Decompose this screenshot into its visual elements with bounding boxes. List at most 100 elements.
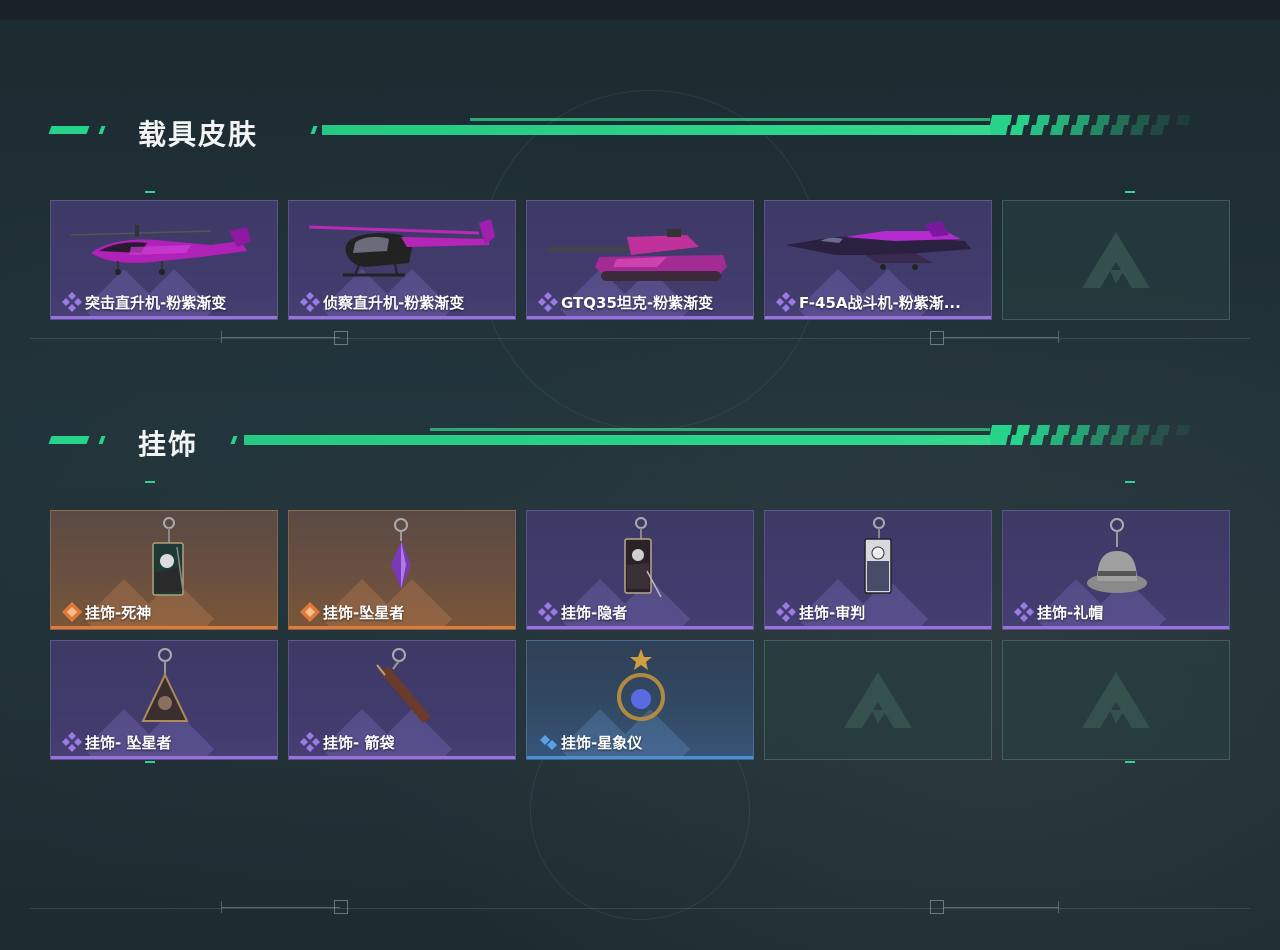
bg-hud-tick — [221, 331, 222, 343]
rarity-bar — [289, 756, 515, 759]
empty-slot-logo-icon — [844, 672, 912, 728]
attack-helicopter-art — [70, 225, 251, 275]
item-name: GTQ35坦克-粉紫渐变 — [561, 294, 714, 312]
empty-item-slot[interactable] — [1002, 640, 1230, 760]
item-card-tank[interactable]: GTQ35坦克-粉紫渐变 — [526, 200, 754, 320]
hat-charm-art — [1087, 518, 1147, 593]
item-name: 挂饰-隐者 — [561, 604, 628, 622]
rarity-bar — [1003, 626, 1229, 629]
header-accent-bar — [310, 126, 318, 134]
item-name: 挂饰- 坠星者 — [85, 734, 172, 752]
rarity-orange-icon — [300, 602, 320, 622]
item-card-orrery-charm[interactable]: 挂饰-星象仪 — [526, 640, 754, 760]
header-accent-bar — [48, 126, 90, 134]
rarity-bar — [765, 626, 991, 629]
bg-hud-box — [930, 331, 944, 345]
grid-marker — [1125, 481, 1135, 483]
rarity-purple-icon — [538, 292, 558, 312]
item-name: 侦察直升机-粉紫渐变 — [323, 294, 465, 312]
rarity-bar — [51, 756, 277, 759]
empty-slot-logo-icon — [1082, 672, 1150, 728]
empty-item-slot[interactable] — [764, 640, 992, 760]
item-card-scout-helicopter[interactable]: 侦察直升机-粉紫渐变 — [288, 200, 516, 320]
section-header-charms: 挂饰 — [48, 425, 1210, 461]
scout-helicopter-art — [308, 219, 495, 277]
item-card-quiver-charm[interactable]: 挂饰- 箭袋 — [288, 640, 516, 760]
rarity-purple-icon — [300, 292, 320, 312]
bg-hud-line — [944, 907, 1058, 908]
item-card-triangle-charm[interactable]: 挂饰- 坠星者 — [50, 640, 278, 760]
header-thin-line — [430, 428, 990, 431]
rarity-purple-icon — [538, 602, 558, 622]
rarity-bar — [289, 316, 515, 319]
empty-slot-logo-icon — [1082, 232, 1150, 288]
item-card-hermit-charm[interactable]: 挂饰-隐者 — [526, 510, 754, 630]
rarity-bar — [527, 626, 753, 629]
rarity-bar — [51, 626, 277, 629]
bg-hud-box — [930, 900, 944, 914]
bg-hud-box — [334, 900, 348, 914]
item-name: 挂饰-审判 — [799, 604, 866, 622]
header-line — [322, 125, 1002, 135]
rarity-bar — [527, 316, 753, 319]
rarity-bar — [527, 756, 753, 759]
item-name: F-45A战斗机-粉紫渐... — [799, 294, 961, 312]
header-accent-bar — [98, 436, 106, 444]
rarity-blue-icon — [540, 735, 557, 750]
bg-hud-line — [222, 337, 340, 338]
bg-hud-box — [334, 331, 348, 345]
item-card-crystal-charm[interactable]: 挂饰-坠星者 — [288, 510, 516, 630]
item-card-attack-helicopter[interactable]: 突击直升机-粉紫渐变 — [50, 200, 278, 320]
header-checker-pattern — [990, 115, 1190, 135]
hermit-card-charm-art — [624, 517, 662, 598]
item-card-fighter-jet[interactable]: F-45A战斗机-粉紫渐... — [764, 200, 992, 320]
rarity-purple-icon — [776, 292, 796, 312]
rarity-purple-icon — [62, 732, 82, 752]
crystal-charm-art — [391, 518, 411, 589]
bg-hud-tick — [1058, 331, 1059, 343]
header-accent-bar — [98, 126, 106, 134]
bg-hud-line — [30, 338, 1250, 339]
header-line — [244, 435, 1002, 445]
header-accent-bar — [230, 436, 238, 444]
rarity-purple-icon — [300, 732, 320, 752]
rarity-bar — [289, 626, 515, 629]
judgement-card-charm-art — [864, 517, 892, 594]
item-card-judgement-charm[interactable]: 挂饰-审判 — [764, 510, 992, 630]
item-card-reaper-charm[interactable]: 挂饰-死神 — [50, 510, 278, 630]
bg-hud-tick — [1058, 901, 1059, 913]
bg-hud-line — [222, 907, 340, 908]
triangle-charm-art — [141, 648, 189, 722]
bg-hud-tick — [221, 901, 222, 913]
rarity-orange-icon — [62, 602, 82, 622]
item-name: 挂饰-坠星者 — [323, 604, 405, 622]
item-name: 挂饰-星象仪 — [561, 734, 643, 752]
section-title: 挂饰 — [138, 428, 199, 461]
rarity-purple-icon — [1014, 602, 1034, 622]
rarity-purple-icon — [62, 292, 82, 312]
fighter-jet-art — [785, 221, 971, 270]
reaper-card-charm-art — [152, 517, 184, 596]
item-name: 挂饰-死神 — [85, 604, 152, 622]
section-title: 载具皮肤 — [138, 118, 259, 151]
grid-marker — [145, 191, 155, 193]
tank-art — [547, 229, 727, 281]
item-name: 挂饰-礼帽 — [1037, 604, 1104, 622]
bg-hud-line — [944, 337, 1058, 338]
item-card-hat-charm[interactable]: 挂饰-礼帽 — [1002, 510, 1230, 630]
rarity-purple-icon — [776, 602, 796, 622]
bg-hud-line — [30, 908, 1250, 909]
section-header-vehicle-skins: 载具皮肤 — [48, 115, 1210, 151]
orrery-charm-art — [617, 649, 665, 721]
rarity-bar — [765, 316, 991, 319]
item-name: 突击直升机-粉紫渐变 — [85, 294, 227, 312]
grid-marker — [145, 481, 155, 483]
empty-item-slot[interactable] — [1002, 200, 1230, 320]
header-thin-line — [470, 118, 990, 121]
quiver-charm-art — [376, 648, 431, 723]
header-checker-pattern — [990, 425, 1190, 445]
header-accent-bar — [48, 436, 90, 444]
grid-marker — [1125, 191, 1135, 193]
top-strip — [0, 0, 1280, 20]
grid-marker — [1125, 761, 1135, 763]
